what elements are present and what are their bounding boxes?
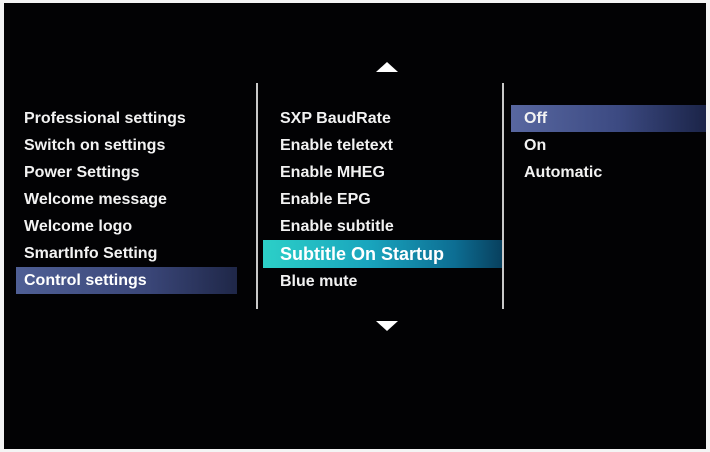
menu-item-welcome-logo[interactable]: Welcome logo — [16, 213, 237, 240]
menu-item-power-settings[interactable]: Power Settings — [16, 159, 237, 186]
menu-item-control-settings[interactable]: Control settings — [16, 267, 237, 294]
option-on[interactable]: On — [508, 132, 706, 159]
submenu-item-enable-teletext[interactable]: Enable teletext — [260, 132, 502, 159]
settings-category-list: Professional settings Switch on settings… — [16, 105, 237, 294]
submenu-item-subtitle-on-startup[interactable]: Subtitle On Startup — [263, 240, 502, 268]
submenu-item-enable-subtitle[interactable]: Enable subtitle — [260, 213, 502, 240]
scroll-down-icon[interactable] — [376, 321, 398, 331]
submenu-item-blue-mute[interactable]: Blue mute — [260, 268, 502, 295]
option-automatic[interactable]: Automatic — [508, 159, 706, 186]
submenu-item-enable-epg[interactable]: Enable EPG — [260, 186, 502, 213]
menu-item-welcome-message[interactable]: Welcome message — [16, 186, 237, 213]
column-divider — [502, 83, 504, 309]
tv-settings-screen: Professional settings Switch on settings… — [4, 3, 706, 449]
menu-item-smartinfo-setting[interactable]: SmartInfo Setting — [16, 240, 237, 267]
option-off[interactable]: Off — [511, 105, 706, 132]
menu-item-switch-on-settings[interactable]: Switch on settings — [16, 132, 237, 159]
submenu-item-enable-mheg[interactable]: Enable MHEG — [260, 159, 502, 186]
option-value-list: Off On Automatic — [508, 105, 706, 186]
scroll-up-icon[interactable] — [376, 62, 398, 72]
submenu-item-sxp-baudrate[interactable]: SXP BaudRate — [260, 105, 502, 132]
menu-item-professional-settings[interactable]: Professional settings — [16, 105, 237, 132]
column-divider — [256, 83, 258, 309]
control-settings-list: SXP BaudRate Enable teletext Enable MHEG… — [260, 105, 502, 295]
